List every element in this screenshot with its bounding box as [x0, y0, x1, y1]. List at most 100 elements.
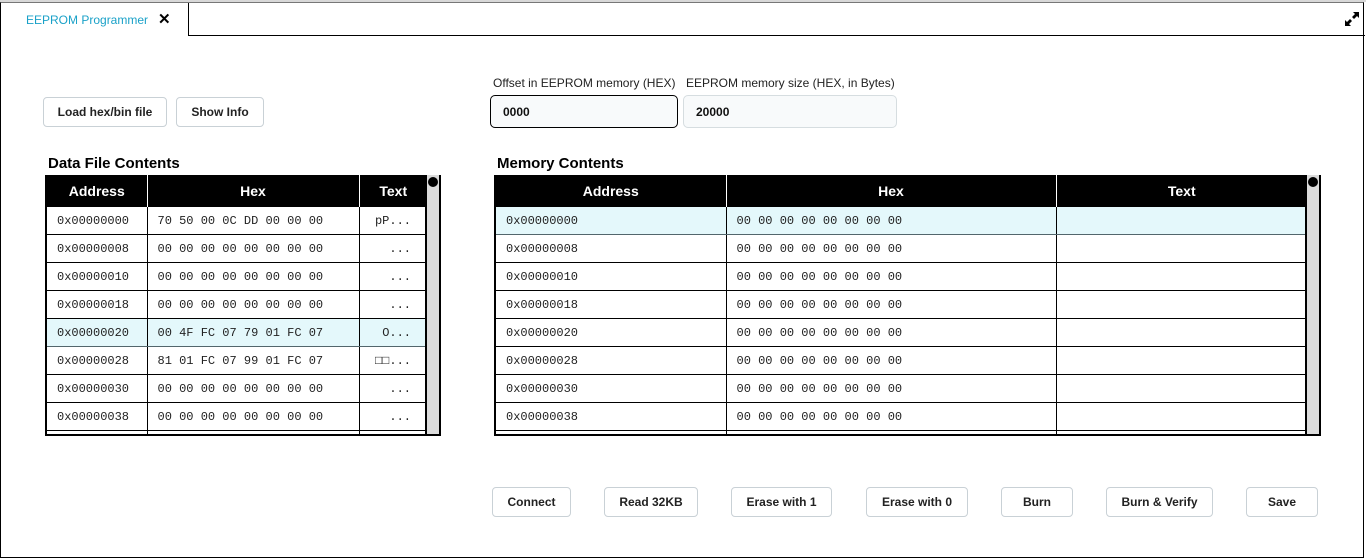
table-row[interactable]: 0x00000038 00 00 00 00 00 00 00 00...: [47, 402, 427, 431]
cell-hex: 00 00 00 00 00 00 00 00: [147, 262, 360, 291]
cell-hex: 00 00 00 00 00 00 00 00: [726, 346, 1057, 375]
column-header-text[interactable]: Text: [1056, 175, 1307, 207]
cell-text: O...: [359, 318, 427, 347]
table-row[interactable]: 0x00000000 70 50 00 0C DD 00 00 00 pP...: [47, 207, 427, 235]
cell-text: ...: [359, 402, 427, 431]
connect-button[interactable]: Connect: [492, 487, 571, 517]
table-row[interactable]: 0x00000000 00 00 00 00 00 00 00 00: [496, 207, 1307, 235]
scroll-thumb[interactable]: [428, 177, 438, 187]
cell-text: □□...: [359, 346, 427, 375]
load-file-button[interactable]: Load hex/bin file: [43, 97, 167, 127]
table-row[interactable]: 0x00000018 00 00 00 00 00 00 00 00...: [47, 290, 427, 319]
cell-empty: [147, 430, 360, 434]
column-header-address[interactable]: Address: [496, 175, 727, 207]
show-info-button[interactable]: Show Info: [176, 97, 264, 127]
cell-address: 0x00000000: [47, 207, 148, 235]
column-header-text[interactable]: Text: [359, 175, 427, 207]
cell-hex: 00 00 00 00 00 00 00 00: [147, 374, 360, 403]
cell-address: 0x00000010: [496, 262, 727, 291]
erase-with-1-button[interactable]: Erase with 1: [731, 487, 832, 517]
table-row-partial: [47, 430, 427, 434]
cell-text: [1056, 234, 1307, 263]
cell-text: ...: [359, 262, 427, 291]
cell-text: ...: [359, 290, 427, 319]
cell-empty: [47, 430, 148, 434]
cell-text: pP...: [359, 207, 427, 235]
cell-hex: 81 01 FC 07 99 01 FC 07: [147, 346, 360, 375]
cell-hex: 00 00 00 00 00 00 00 00: [147, 290, 360, 319]
table-row[interactable]: 0x00000028 00 00 00 00 00 00 00 00: [496, 346, 1307, 375]
cell-text: [1056, 346, 1307, 375]
cell-address: 0x00000018: [47, 290, 148, 319]
memory-size-label: EEPROM memory size (HEX, in Bytes): [686, 76, 895, 90]
save-button[interactable]: Save: [1246, 487, 1318, 517]
column-header-address[interactable]: Address: [47, 175, 148, 207]
cell-text: [1056, 318, 1307, 347]
cell-text: [1056, 374, 1307, 403]
cell-address: 0x00000028: [47, 346, 148, 375]
table-row[interactable]: 0x00000038 00 00 00 00 00 00 00 00: [496, 402, 1307, 431]
scroll-thumb[interactable]: [1308, 177, 1318, 187]
cell-text: ...: [359, 374, 427, 403]
cell-address: 0x00000008: [47, 234, 148, 263]
data-file-table: Address Hex Text 0x00000000 70 50 00 0C D…: [45, 175, 441, 436]
cell-hex: 00 00 00 00 00 00 00 00: [147, 234, 360, 263]
close-icon[interactable]: ✕: [158, 12, 171, 28]
offset-input[interactable]: [490, 95, 678, 128]
cell-address: 0x00000038: [47, 402, 148, 431]
tabbar-divider: [189, 35, 1365, 36]
cell-empty: [359, 430, 427, 434]
cell-hex: 00 00 00 00 00 00 00 00: [147, 402, 360, 431]
cell-text: [1056, 207, 1307, 235]
data-file-scrollbar[interactable]: [425, 175, 439, 434]
cell-hex: 00 00 00 00 00 00 00 00: [726, 207, 1057, 235]
burn-verify-button[interactable]: Burn & Verify: [1106, 487, 1213, 517]
table-row-partial: [496, 430, 1307, 434]
cell-text: [1056, 290, 1307, 319]
cell-hex: 00 00 00 00 00 00 00 00: [726, 290, 1057, 319]
erase-with-0-button[interactable]: Erase with 0: [866, 487, 968, 517]
column-header-hex[interactable]: Hex: [726, 175, 1057, 207]
expand-icon[interactable]: [1343, 10, 1361, 28]
table-row[interactable]: 0x00000020 00 4F FC 07 79 01 FC 07 O...: [47, 318, 427, 347]
memory-title: Memory Contents: [497, 155, 624, 172]
table-row[interactable]: 0x00000010 00 00 00 00 00 00 00 00: [496, 262, 1307, 291]
column-header-hex[interactable]: Hex: [147, 175, 360, 207]
cell-address: 0x00000018: [496, 290, 727, 319]
data-file-title: Data File Contents: [48, 155, 180, 172]
table-row[interactable]: 0x00000010 00 00 00 00 00 00 00 00...: [47, 262, 427, 291]
memory-scrollbar[interactable]: [1305, 175, 1319, 434]
table-row[interactable]: 0x00000030 00 00 00 00 00 00 00 00...: [47, 374, 427, 403]
cell-text: [1056, 402, 1307, 431]
cell-text: [1056, 262, 1307, 291]
cell-empty: [1056, 430, 1307, 434]
cell-address: 0x00000038: [496, 402, 727, 431]
cell-address: 0x00000020: [47, 318, 148, 347]
table-row[interactable]: 0x00000030 00 00 00 00 00 00 00 00: [496, 374, 1307, 403]
table-row[interactable]: 0x00000028 81 01 FC 07 99 01 FC 07 □□...: [47, 346, 427, 375]
cell-address: 0x00000020: [496, 318, 727, 347]
cell-address: 0x00000000: [496, 207, 727, 235]
memory-table: Address Hex Text 0x00000000 00 00 00 00 0…: [494, 175, 1321, 436]
table-row[interactable]: 0x00000008 00 00 00 00 00 00 00 00: [496, 234, 1307, 263]
cell-hex: 00 00 00 00 00 00 00 00: [726, 262, 1057, 291]
tab-eeprom-programmer[interactable]: EEPROM Programmer ✕: [1, 3, 189, 36]
tab-label: EEPROM Programmer: [26, 13, 149, 27]
table-row[interactable]: 0x00000018 00 00 00 00 00 00 00 00: [496, 290, 1307, 319]
offset-label: Offset in EEPROM memory (HEX): [493, 76, 676, 90]
table-row[interactable]: 0x00000020 00 00 00 00 00 00 00 00: [496, 318, 1307, 347]
burn-button[interactable]: Burn: [1001, 487, 1073, 517]
cell-hex: 00 00 00 00 00 00 00 00: [726, 318, 1057, 347]
read-button[interactable]: Read 32KB: [604, 487, 698, 517]
cell-address: 0x00000008: [496, 234, 727, 263]
cell-address: 0x00000030: [496, 374, 727, 403]
cell-empty: [496, 430, 727, 434]
cell-text: ...: [359, 234, 427, 263]
cell-address: 0x00000030: [47, 374, 148, 403]
cell-hex: 00 00 00 00 00 00 00 00: [726, 374, 1057, 403]
memory-size-input[interactable]: [683, 95, 897, 128]
cell-hex: 70 50 00 0C DD 00 00 00: [147, 207, 360, 235]
table-row[interactable]: 0x00000008 00 00 00 00 00 00 00 00...: [47, 234, 427, 263]
cell-hex: 00 4F FC 07 79 01 FC 07: [147, 318, 360, 347]
cell-hex: 00 00 00 00 00 00 00 00: [726, 402, 1057, 431]
